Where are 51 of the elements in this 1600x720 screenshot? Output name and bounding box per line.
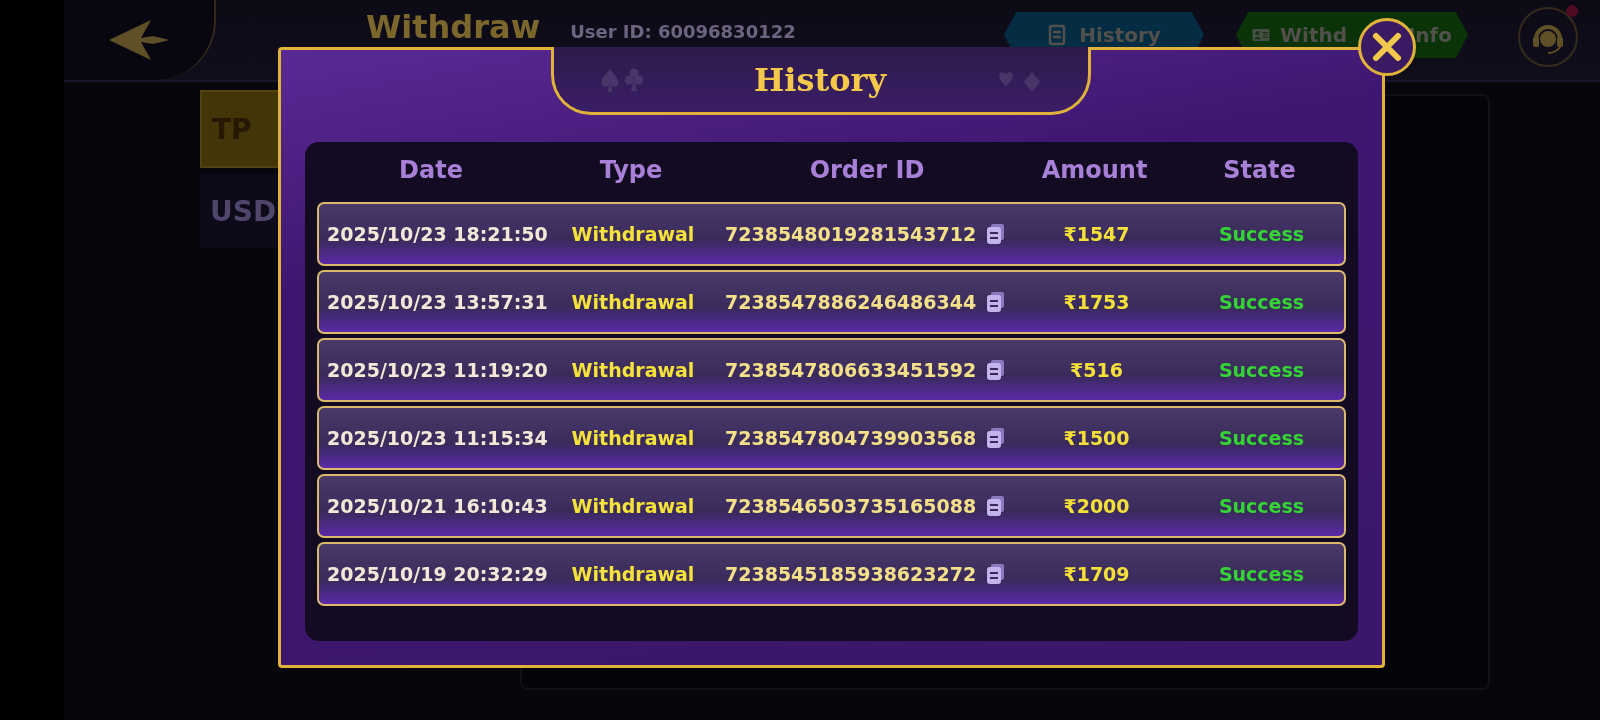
type-cell-text: Withdrawal — [570, 495, 696, 517]
column-header: Type — [598, 156, 664, 184]
order-id-cell: 7238547806633451592 — [725, 359, 977, 381]
order-id-cell: 7238547804739903568 — [725, 427, 977, 449]
amount-cell-text: ₹1709 — [1062, 563, 1131, 585]
state-cell-text: Success — [1217, 291, 1306, 313]
page-title: Withdraw — [366, 8, 541, 46]
amount-cell-text: ₹516 — [1069, 359, 1124, 381]
amount-cell-text: ₹1547 — [1062, 223, 1131, 245]
copy-icon[interactable] — [986, 495, 1007, 517]
copy-icon[interactable] — [986, 563, 1007, 585]
date-cell-text: 2025/10/21 16:10:43 — [326, 495, 547, 517]
column-header: State — [1222, 156, 1297, 184]
order-id-cell: 7238548019281543712 — [725, 223, 977, 245]
amount-cell-text: ₹2000 — [1062, 495, 1131, 517]
date-cell-text: 2025/10/23 18:21:50 — [326, 223, 547, 245]
order-id-cell: 7238547886246486344 — [725, 291, 977, 313]
column-header: Date — [398, 156, 464, 184]
state-cell-text: Success — [1217, 563, 1306, 585]
date-cell-text: 2025/10/23 13:57:31 — [326, 291, 547, 313]
notification-dot — [1566, 5, 1578, 17]
state-cell-text: Success — [1217, 495, 1306, 517]
copy-icon[interactable] — [986, 427, 1007, 449]
state-cell-text: Success — [1217, 223, 1306, 245]
amount-cell-text: ₹1500 — [1062, 427, 1131, 449]
suits-drawing — [600, 66, 644, 93]
date-cell-text: 2025/10/23 11:15:34 — [326, 427, 547, 449]
date-cell-text: 2025/10/23 11:19:20 — [326, 359, 547, 381]
copy-icon[interactable] — [986, 291, 1007, 313]
support-button[interactable] — [1518, 7, 1578, 67]
back-button[interactable] — [64, 0, 216, 80]
type-cell-text: Withdrawal — [570, 223, 696, 245]
state-cell-text: Success — [1217, 359, 1306, 381]
order-id-cell: 7238546503735165088 — [725, 495, 977, 517]
type-cell-text: Withdrawal — [570, 291, 696, 313]
tab-label-start: Withd — [1280, 23, 1348, 47]
order-id-cell: 7238545185938623272 — [725, 563, 977, 585]
type-cell-text: Withdrawal — [570, 427, 696, 449]
copy-icon[interactable] — [986, 223, 1007, 245]
type-cell-text: Withdrawal — [570, 563, 696, 585]
dialog-title: History — [754, 60, 886, 99]
amount-cell-text: ₹1753 — [1062, 291, 1131, 313]
copy-icon[interactable] — [986, 359, 1007, 381]
column-header: Order ID — [808, 156, 926, 184]
user-id-label: User ID: 60096830122 — [570, 20, 796, 42]
date-cell-text: 2025/10/19 20:32:29 — [326, 563, 547, 585]
column-header: Amount — [1040, 156, 1149, 184]
history-tab-label: History — [1079, 23, 1161, 47]
state-cell-text: Success — [1217, 427, 1306, 449]
type-cell-text: Withdrawal — [570, 359, 696, 381]
close-icon — [1371, 31, 1403, 63]
